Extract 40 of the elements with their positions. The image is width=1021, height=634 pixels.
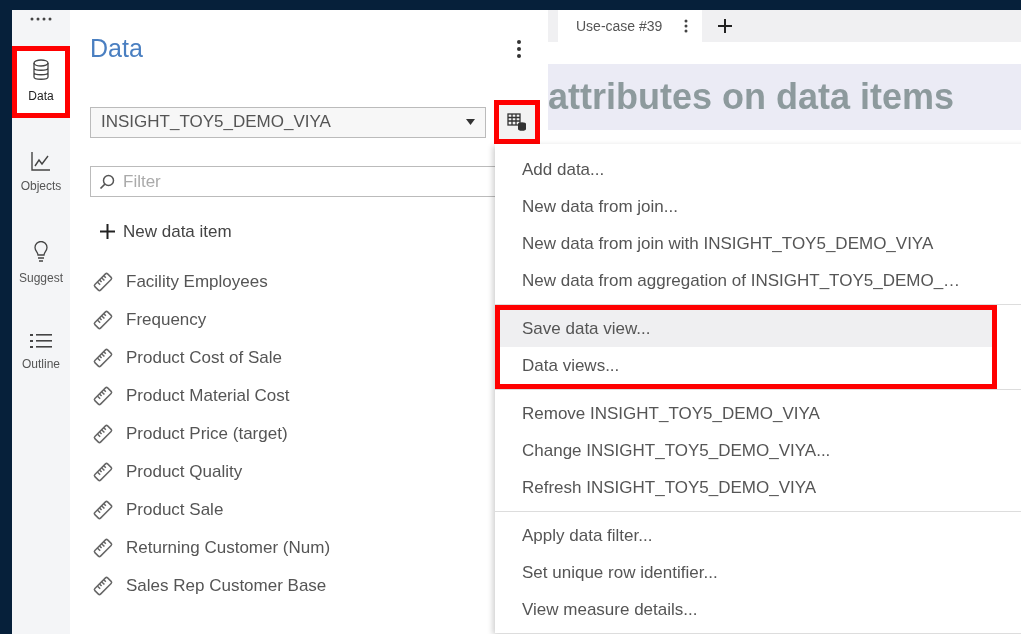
search-icon xyxy=(99,174,115,190)
ruler-icon xyxy=(92,384,114,407)
data-source-menu-button[interactable] xyxy=(494,100,540,144)
report-tab[interactable]: Use-case #39 xyxy=(558,10,703,42)
kebab-icon[interactable] xyxy=(516,39,522,59)
ruler-icon xyxy=(92,308,114,331)
more-icon[interactable] xyxy=(30,16,52,22)
data-item[interactable]: Product Material Cost xyxy=(126,382,290,409)
data-source-dropdown[interactable]: INSIGHT_TOY5_DEMO_VIYA xyxy=(90,106,486,138)
ruler-icon xyxy=(92,574,114,597)
kebab-icon[interactable] xyxy=(684,19,689,33)
dropdown-caret-icon xyxy=(466,119,475,125)
line-chart-icon xyxy=(31,151,51,171)
rail-tab[interactable]: Outline xyxy=(12,320,70,386)
data-item[interactable]: Product Quality xyxy=(126,458,243,485)
data-item[interactable]: Sales Rep Customer Base xyxy=(126,572,327,599)
lightbulb-icon xyxy=(34,241,48,263)
plus-icon[interactable] xyxy=(718,19,733,33)
data-item[interactable]: Facility Employees xyxy=(126,268,268,295)
ruler-icon xyxy=(92,460,114,483)
rail-tab[interactable]: Objects xyxy=(12,138,70,208)
data-item[interactable]: Product Price (target) xyxy=(126,420,288,447)
rail-tab[interactable]: Suggest xyxy=(12,228,70,300)
menu-item[interactable]: Save data view... xyxy=(500,310,992,347)
ruler-icon xyxy=(92,422,114,445)
database-icon xyxy=(32,59,50,81)
data-item[interactable]: Product Sale xyxy=(126,496,224,523)
ruler-icon xyxy=(92,346,114,369)
ruler-icon xyxy=(92,498,114,521)
report-heading: attributes on data items xyxy=(548,75,955,119)
data-item[interactable]: Product Cost of Sale xyxy=(126,344,282,371)
data-item[interactable]: Returning Customer (Num) xyxy=(126,534,331,561)
panel-title: Data xyxy=(90,33,143,65)
rail-tab[interactable]: Data xyxy=(12,46,70,118)
list-icon xyxy=(30,333,52,349)
plus-icon xyxy=(100,224,115,240)
data-item[interactable]: Frequency xyxy=(126,306,207,333)
table-database-icon xyxy=(507,113,527,131)
ruler-icon xyxy=(92,270,114,293)
ruler-icon xyxy=(92,536,114,559)
